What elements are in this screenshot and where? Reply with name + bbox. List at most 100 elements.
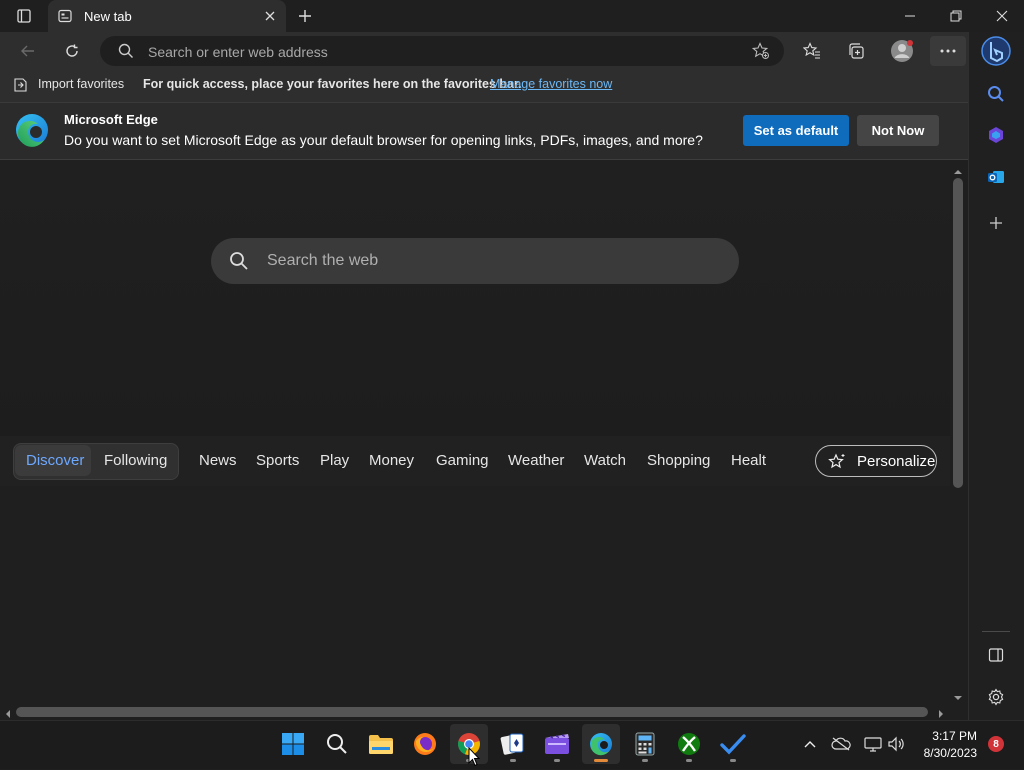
new-tab-page-icon xyxy=(58,9,72,26)
avatar-icon xyxy=(891,40,913,62)
tab-money[interactable]: Money xyxy=(369,452,414,469)
network-tray-icon[interactable] xyxy=(862,734,884,754)
tab-discover[interactable]: Discover xyxy=(26,452,84,469)
bing-icon xyxy=(981,36,1011,66)
taskbar-firefox[interactable] xyxy=(406,724,444,764)
favorites-icon xyxy=(803,42,820,59)
xbox-icon xyxy=(678,733,700,755)
sidebar-search-button[interactable] xyxy=(984,82,1008,106)
active-indicator xyxy=(594,759,608,762)
import-favorites-label: Import favorites xyxy=(38,77,125,91)
clock-time: 3:17 PM xyxy=(932,729,977,743)
close-window-button[interactable] xyxy=(980,4,1024,28)
taskbar-file-explorer[interactable] xyxy=(362,724,400,764)
tab-sports[interactable]: Sports xyxy=(256,452,299,469)
more-dots-icon xyxy=(940,49,956,53)
taskbar-todo[interactable] xyxy=(714,724,752,764)
taskbar-search-button[interactable] xyxy=(318,724,356,764)
vertical-scroll-thumb[interactable] xyxy=(953,178,963,488)
mouse-cursor-icon xyxy=(468,746,481,770)
set-as-default-button[interactable]: Set as default xyxy=(743,115,849,146)
onedrive-tray-icon[interactable] xyxy=(830,734,852,754)
search-icon xyxy=(118,43,134,62)
sidebar-add-button[interactable] xyxy=(984,211,1008,235)
import-favorites-button[interactable]: Import favorites xyxy=(12,76,132,94)
infobar-message: Do you want to set Microsoft Edge as you… xyxy=(64,132,703,148)
taskbar-clipchamp[interactable] xyxy=(538,724,576,764)
horizontal-scroll-thumb[interactable] xyxy=(16,707,928,717)
settings-and-more-button[interactable] xyxy=(930,36,966,66)
restore-button[interactable] xyxy=(934,4,978,28)
tab-following[interactable]: Following xyxy=(104,452,167,469)
running-indicator xyxy=(686,759,692,762)
collections-button[interactable] xyxy=(844,39,868,63)
tab-play[interactable]: Play xyxy=(320,452,349,469)
personalize-label: Personalize xyxy=(857,453,936,470)
tab-watch[interactable]: Watch xyxy=(584,452,626,469)
microsoft365-icon xyxy=(989,127,1003,143)
edge-logo-icon xyxy=(14,112,50,151)
clock[interactable]: 3:17 PM 8/30/2023 xyxy=(916,726,980,764)
sidebar-outlook-button[interactable] xyxy=(984,165,1008,189)
running-indicator xyxy=(554,759,560,762)
tab-health[interactable]: Health xyxy=(731,452,766,469)
import-icon xyxy=(12,77,28,96)
restore-icon xyxy=(950,10,962,22)
edge-icon xyxy=(590,733,612,756)
taskbar-xbox[interactable] xyxy=(670,724,708,764)
personalize-button[interactable]: Personalize xyxy=(815,445,937,477)
favorites-button[interactable] xyxy=(800,39,824,63)
sidebar-panel-icon xyxy=(988,648,1004,662)
tab-new-tab[interactable]: New tab xyxy=(48,0,286,32)
collections-icon xyxy=(849,43,864,59)
tab-weather[interactable]: Weather xyxy=(508,452,564,469)
back-arrow-icon xyxy=(21,45,34,57)
manage-favorites-link[interactable]: Manage favorites now xyxy=(490,77,612,91)
customize-sidebar-button[interactable] xyxy=(984,685,1008,709)
taskbar-calculator[interactable] xyxy=(626,724,664,764)
refresh-icon xyxy=(66,44,78,57)
add-favorite-icon[interactable] xyxy=(750,41,772,61)
address-placeholder: Search or enter web address xyxy=(148,44,328,60)
not-now-button[interactable]: Not Now xyxy=(857,115,939,146)
firefox-icon xyxy=(414,733,436,755)
bing-copilot-button[interactable] xyxy=(978,32,1014,70)
clock-date: 8/30/2023 xyxy=(923,746,977,760)
taskbar-solitaire[interactable] xyxy=(494,724,532,764)
gear-icon xyxy=(988,688,1004,706)
running-indicator xyxy=(730,759,736,762)
scroll-up-arrow-icon[interactable] xyxy=(953,164,963,179)
new-tab-button[interactable] xyxy=(292,5,318,27)
refresh-button[interactable] xyxy=(60,39,84,63)
taskbar-edge[interactable] xyxy=(582,724,620,764)
page-background xyxy=(0,160,950,436)
back-button[interactable] xyxy=(16,39,40,63)
tab-news[interactable]: News xyxy=(199,452,237,469)
volume-tray-icon[interactable] xyxy=(886,734,906,754)
tab-shopping[interactable]: Shopping xyxy=(647,452,710,469)
web-search-box[interactable]: Search the web xyxy=(211,238,739,284)
tab-actions-icon[interactable] xyxy=(12,5,36,27)
feed-category-strip: News Sports Play Money Gaming Weather Wa… xyxy=(186,440,766,480)
minimize-button[interactable] xyxy=(888,4,932,28)
close-tab-icon[interactable] xyxy=(260,7,280,25)
scroll-down-arrow-icon[interactable] xyxy=(953,690,963,705)
outlook-icon xyxy=(988,171,1004,183)
hide-sidebar-button[interactable] xyxy=(984,643,1008,667)
windows-logo-icon xyxy=(282,733,304,755)
profile-button[interactable] xyxy=(888,37,916,65)
plus-icon xyxy=(990,217,1002,229)
cards-icon xyxy=(500,733,524,755)
cloud-offline-icon xyxy=(831,737,851,751)
network-icon xyxy=(864,737,882,752)
sidebar-m365-button[interactable] xyxy=(984,123,1008,147)
clipchamp-icon xyxy=(545,734,569,754)
show-hidden-icons-button[interactable] xyxy=(800,734,820,754)
address-bar[interactable]: Search or enter web address xyxy=(100,36,784,66)
calculator-icon xyxy=(635,732,655,756)
notification-badge[interactable]: 8 xyxy=(988,736,1004,752)
tab-gaming[interactable]: Gaming xyxy=(436,452,489,469)
start-button[interactable] xyxy=(274,724,312,764)
running-indicator xyxy=(510,759,516,762)
search-icon xyxy=(327,734,347,754)
